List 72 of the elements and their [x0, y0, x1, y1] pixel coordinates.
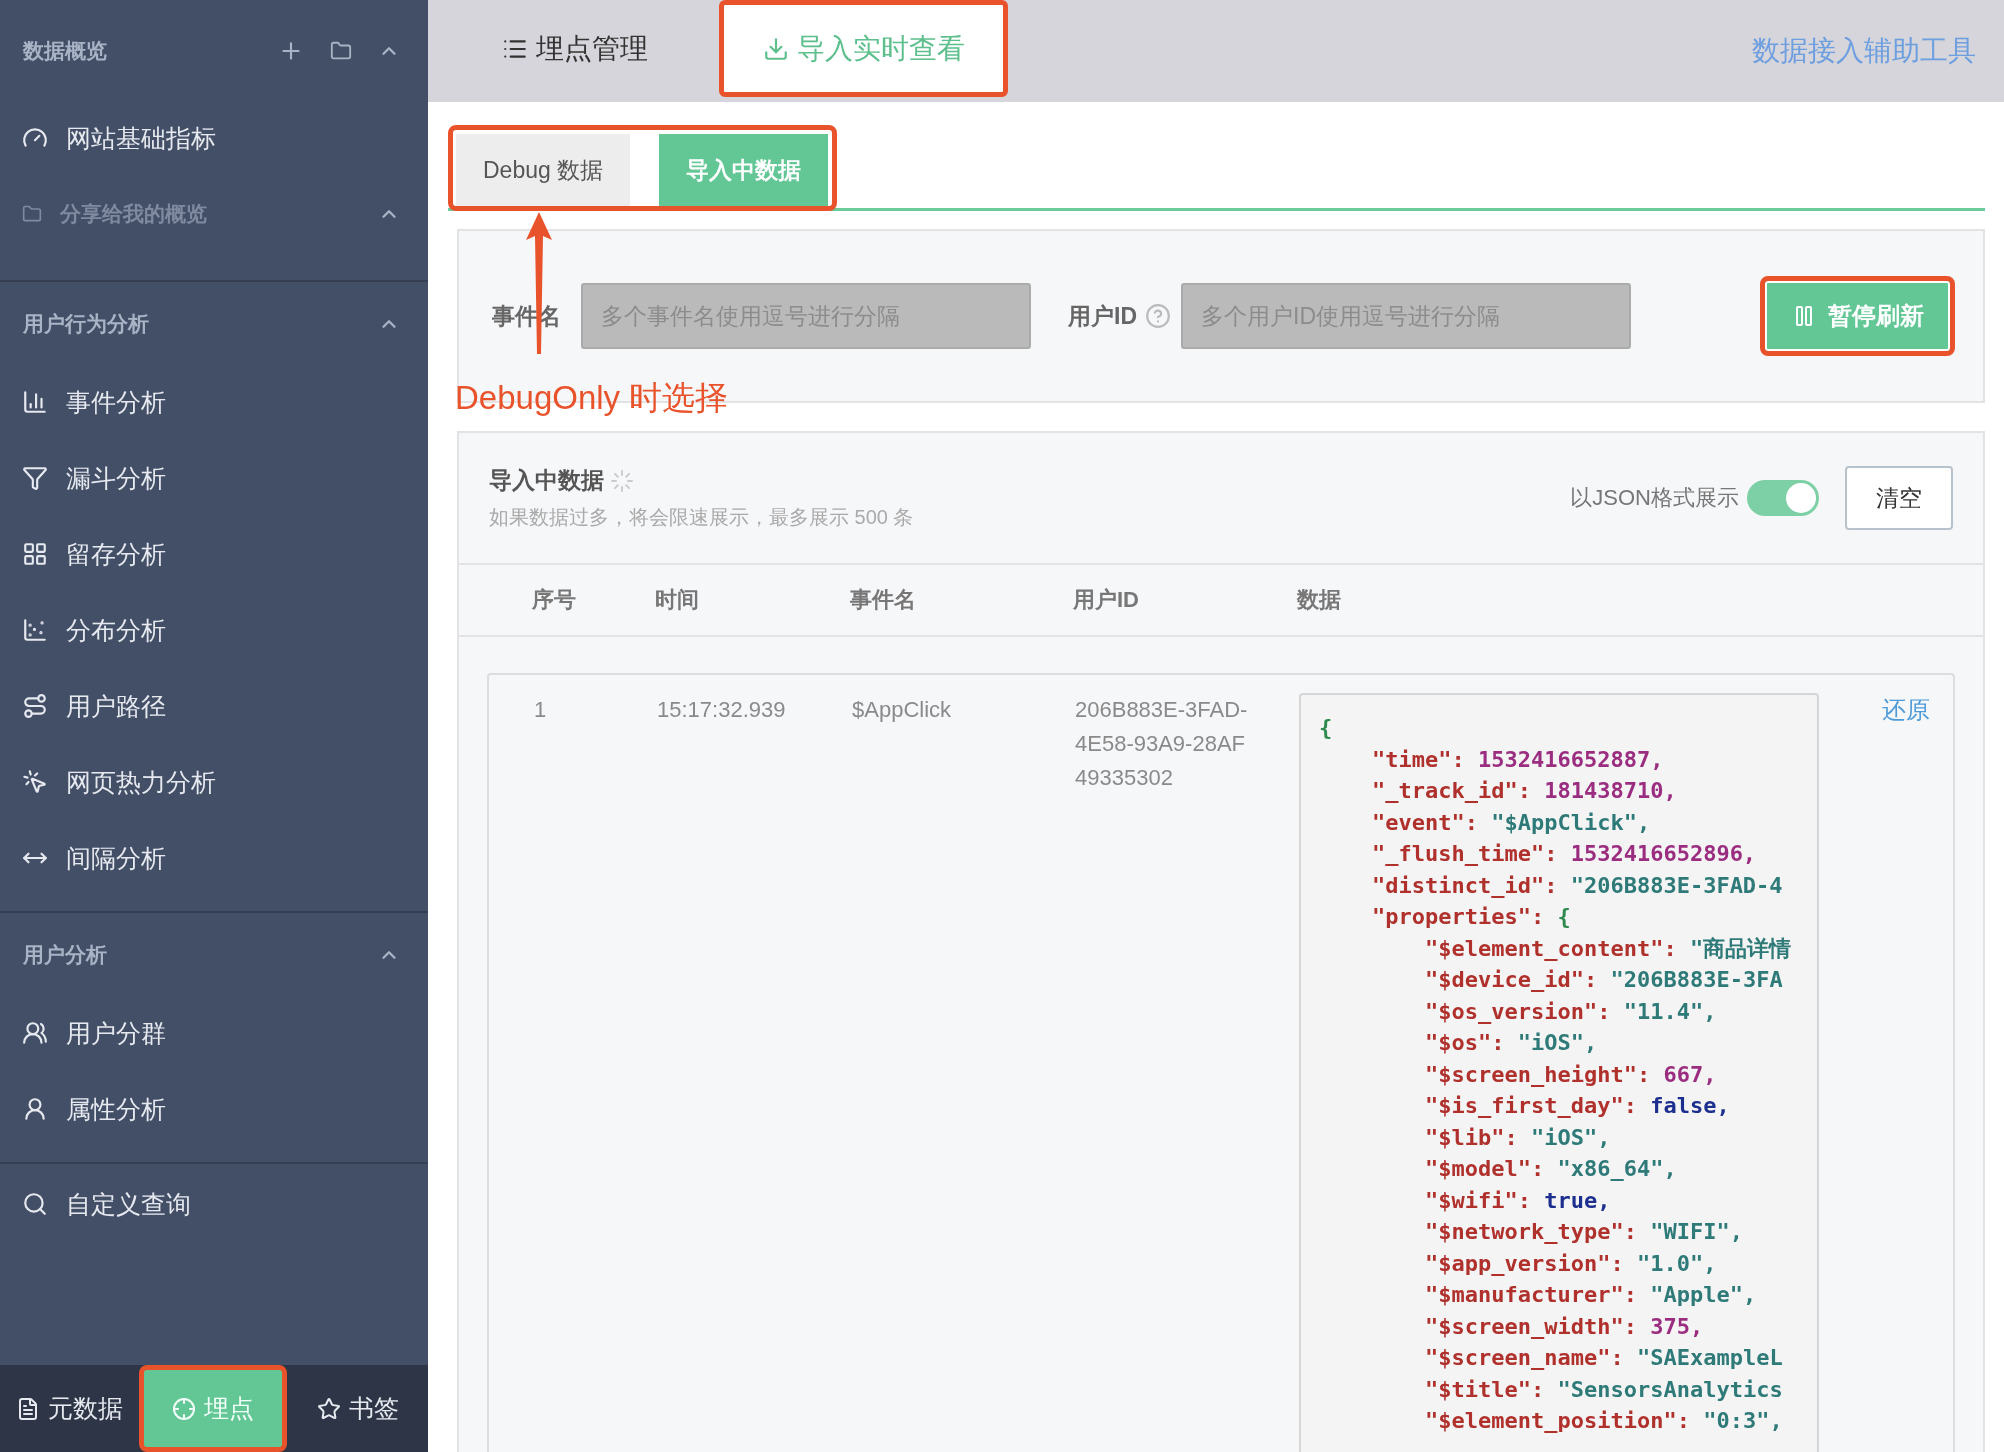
- code-line: "$element_content": "商品详情: [1424, 934, 1793, 963]
- star-icon: [316, 1396, 341, 1421]
- toggle-label: 以JSON格式展示: [1570, 484, 1739, 512]
- section-title: 用户行为分析: [23, 311, 150, 337]
- document-icon: [16, 1396, 40, 1421]
- nav-item[interactable]: 自定义查询: [0, 1166, 428, 1242]
- column-header: 时间: [655, 586, 700, 614]
- code-line: "$device_id": "206B883E-3FA: [1424, 966, 1784, 994]
- code-line: {: [1319, 714, 1334, 742]
- bar-chart-icon: [22, 389, 48, 415]
- code-line: "properties": {: [1371, 903, 1572, 931]
- nav-item[interactable]: 留存分析: [0, 516, 428, 592]
- tab[interactable]: 埋点管理: [430, 0, 719, 97]
- pointer-icon: [22, 769, 48, 795]
- download-icon: [762, 35, 789, 62]
- table-cell-text: 206B883E-3FAD-4E58-93A9-28AF49335302: [1075, 696, 1249, 792]
- code-line: "$network_type": "WIFI",: [1424, 1218, 1744, 1246]
- nav-item[interactable]: 用户路径: [0, 668, 428, 744]
- column-header: 事件名: [850, 586, 917, 614]
- code-line: "$screen_height": 667,: [1424, 1060, 1718, 1089]
- code-line: "$os": "iOS",: [1424, 1029, 1599, 1057]
- section-title: 数据概览: [23, 38, 108, 64]
- code-line: "distinct_id": "206B883E-3FAD-4: [1371, 871, 1784, 900]
- table-cell-text: 15:17:32.939: [657, 696, 787, 724]
- grid-icon: [22, 541, 48, 567]
- nav-item[interactable]: 漏斗分析: [0, 440, 428, 516]
- column-header: 序号: [532, 586, 577, 614]
- crosshair-icon: [172, 1396, 196, 1421]
- code-line: "$lib": "iOS",: [1424, 1123, 1612, 1152]
- nav-item[interactable]: 网站基础指标: [0, 100, 428, 176]
- code-line: "_track_id": 181438710,: [1371, 777, 1678, 805]
- code-line: "$screen_width": 375,: [1424, 1312, 1705, 1341]
- code-line: "$element_position": "0:3",: [1424, 1407, 1784, 1435]
- nav-item[interactable]: 间隔分析: [0, 820, 428, 896]
- code-line: "$os_version": "11.4",: [1424, 997, 1718, 1026]
- code-line: "_flush_time": 1532416652896,: [1371, 840, 1758, 868]
- code-line: "$screen_name": "SAExampleL: [1424, 1344, 1784, 1372]
- field-label: 用户ID: [1068, 301, 1137, 331]
- table-cell-text: 1: [534, 696, 548, 724]
- tab[interactable]: Debug 数据: [456, 134, 631, 206]
- bottom-tab[interactable]: 书签: [287, 1365, 428, 1452]
- code-line: "$is_first_day": false,: [1424, 1092, 1731, 1120]
- code-line: "$title": "SensorsAnalytics: [1424, 1375, 1784, 1404]
- clear-button[interactable]: 清空: [1845, 466, 1953, 530]
- column-header: 数据: [1297, 586, 1342, 614]
- code-line: "event": "$AppClick",: [1371, 808, 1652, 837]
- route-icon: [22, 693, 48, 719]
- nav-item[interactable]: 分布分析: [0, 592, 428, 668]
- annotation-label: DebugOnly 时选择: [455, 378, 729, 418]
- code-line: "time": 1532416652887,: [1371, 745, 1665, 774]
- nav-item[interactable]: 网页热力分析: [0, 744, 428, 820]
- code-line: "$manufacturer": "Apple",: [1424, 1281, 1758, 1309]
- folder-icon[interactable]: [330, 40, 352, 62]
- bottom-tab[interactable]: 元数据: [0, 1365, 139, 1452]
- code-line: "$wifi": true,: [1424, 1186, 1612, 1215]
- user-icon: [22, 1096, 48, 1122]
- section-title: 用户分析: [23, 942, 108, 968]
- column-header: 用户ID: [1073, 586, 1140, 614]
- nav-item[interactable]: 属性分析: [0, 1071, 428, 1147]
- nav-item[interactable]: 用户分群: [0, 995, 428, 1071]
- folder-icon: [22, 204, 42, 224]
- json-toggle[interactable]: [1747, 480, 1819, 516]
- scatter-icon: [22, 617, 48, 643]
- nav-item[interactable]: 事件分析: [0, 364, 428, 440]
- panel-subtitle: 如果数据过多，将会限速展示，最多展示 500 条: [489, 505, 915, 530]
- panel-title: 导入中数据: [489, 466, 604, 495]
- search-icon: [22, 1191, 48, 1217]
- users-icon: [22, 1020, 48, 1046]
- code-line: "$app_version": "1.0",: [1424, 1249, 1718, 1278]
- code-line: "$model": "x86_64",: [1424, 1155, 1678, 1183]
- table-cell-text: $AppClick: [852, 696, 953, 724]
- funnel-icon: [22, 465, 48, 491]
